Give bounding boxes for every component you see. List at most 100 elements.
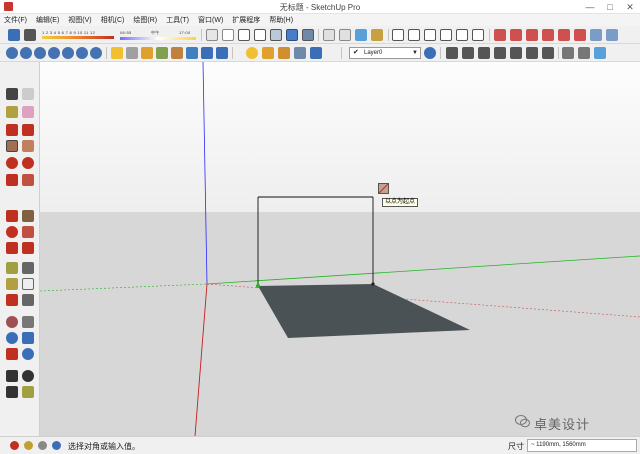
menu-edit[interactable]: 编辑(E): [36, 15, 59, 25]
menu-draw[interactable]: 绘图(R): [133, 15, 157, 25]
menu-camera[interactable]: 相机(C): [101, 15, 125, 25]
top-view-icon[interactable]: [408, 29, 420, 41]
zoom-extents-icon[interactable]: [90, 47, 102, 59]
intersect-faces-icon[interactable]: [594, 47, 606, 59]
back-view-icon[interactable]: [456, 29, 468, 41]
hidden-line-style-icon[interactable]: [254, 29, 266, 41]
solid-subtract-icon[interactable]: [542, 29, 554, 41]
zoom-extents-tool-icon[interactable]: [6, 348, 18, 360]
solid-split-icon[interactable]: [574, 29, 586, 41]
camera-orbit-icon[interactable]: [6, 47, 18, 59]
left-view-icon[interactable]: [472, 29, 484, 41]
solid-trim-icon[interactable]: [558, 29, 570, 41]
front-view-icon[interactable]: [424, 29, 436, 41]
maximize-button[interactable]: □: [600, 0, 620, 14]
monochrome-style-icon[interactable]: [302, 29, 314, 41]
component-icon[interactable]: [323, 29, 335, 41]
light-bar[interactable]: [120, 37, 196, 40]
paint-bucket-icon[interactable]: [6, 106, 18, 118]
look-around-icon[interactable]: [141, 47, 153, 59]
freehand-tool-icon[interactable]: [22, 124, 34, 136]
camera-zoom-icon[interactable]: [34, 47, 46, 59]
solid-intersect-icon[interactable]: [510, 29, 522, 41]
share-model-icon[interactable]: [355, 29, 367, 41]
previous-view-icon[interactable]: [22, 348, 34, 360]
iso-view-icon[interactable]: [392, 29, 404, 41]
camera-previous-icon[interactable]: [62, 47, 74, 59]
guide-icon[interactable]: [578, 47, 590, 59]
line-tool-icon[interactable]: [6, 124, 18, 136]
sandbox-smoove-icon[interactable]: [201, 47, 213, 59]
materials-icon[interactable]: [478, 47, 490, 59]
zoom-tool-icon[interactable]: [6, 332, 18, 344]
text-tool-icon[interactable]: [22, 278, 34, 290]
outliner-icon[interactable]: [526, 47, 538, 59]
close-button[interactable]: ✕: [620, 0, 640, 14]
camera-next-icon[interactable]: [76, 47, 88, 59]
position-camera-tool-icon[interactable]: [6, 370, 18, 382]
select-arrow-icon[interactable]: [6, 88, 18, 100]
shadow-time-bar[interactable]: [42, 36, 114, 39]
scale-tool-icon[interactable]: [6, 242, 18, 254]
menu-view[interactable]: 视图(V): [68, 15, 91, 25]
styles-icon[interactable]: [494, 47, 506, 59]
add-location-icon[interactable]: [262, 47, 274, 59]
menu-file[interactable]: 文件(F): [4, 15, 27, 25]
tape-measure-icon[interactable]: [6, 262, 18, 274]
display-section-cuts-icon[interactable]: [186, 47, 198, 59]
circle-tool-icon[interactable]: [6, 157, 18, 169]
zoom-window-tool-icon[interactable]: [22, 332, 34, 344]
3d-text-icon[interactable]: [22, 294, 34, 306]
pie-tool-icon[interactable]: [22, 174, 34, 186]
wireframe-style-icon[interactable]: [238, 29, 250, 41]
light-slider[interactable]: 06:55 中午 17:00: [120, 30, 196, 40]
right-view-icon[interactable]: [440, 29, 452, 41]
dimension-tool-icon[interactable]: [22, 262, 34, 274]
warehouse-icon[interactable]: [339, 29, 351, 41]
shaded-with-textures-icon[interactable]: [286, 29, 298, 41]
polygon-tool-icon[interactable]: [22, 157, 34, 169]
axes-icon[interactable]: [562, 47, 574, 59]
section-plane-icon[interactable]: [156, 47, 168, 59]
look-around-tool-icon[interactable]: [22, 370, 34, 382]
rectangle-tool-icon[interactable]: [6, 140, 18, 152]
walk-icon[interactable]: [126, 47, 138, 59]
menu-tools[interactable]: 工具(T): [166, 15, 189, 25]
menu-help[interactable]: 帮助(H): [269, 15, 293, 25]
shadows-toggle-icon[interactable]: [8, 29, 20, 41]
pan-tool-icon[interactable]: [22, 316, 34, 328]
photo-texture-icon[interactable]: [278, 47, 290, 59]
move-tool-icon[interactable]: [6, 210, 18, 222]
geo-location-status-icon[interactable]: [10, 441, 19, 450]
toggle-terrain-icon[interactable]: [294, 47, 306, 59]
menu-extensions[interactable]: 扩展程序: [232, 15, 260, 25]
menu-window[interactable]: 窗口(W): [198, 15, 223, 25]
make-component-tool-icon[interactable]: [22, 88, 34, 100]
xray-style-icon[interactable]: [206, 29, 218, 41]
scenes-icon[interactable]: [510, 47, 522, 59]
section-plane-tool-icon[interactable]: [22, 386, 34, 398]
back-edges-style-icon[interactable]: [222, 29, 234, 41]
layer-manager-icon[interactable]: [424, 47, 436, 59]
display-section-icon[interactable]: [171, 47, 183, 59]
eraser-icon[interactable]: [22, 106, 34, 118]
camera-zoom-window-icon[interactable]: [48, 47, 60, 59]
layer-select[interactable]: ✔ Layer0 ▼: [349, 47, 421, 59]
scene-canvas[interactable]: [40, 62, 640, 436]
shaded-style-icon[interactable]: [270, 29, 282, 41]
sandbox-stamp-icon[interactable]: [216, 47, 228, 59]
make-component-icon[interactable]: [446, 47, 458, 59]
solid-outer-shell-icon[interactable]: [494, 29, 506, 41]
modeling-viewport[interactable]: 以点为起点: [40, 62, 640, 436]
orbit-tool-icon[interactable]: [6, 316, 18, 328]
axes-tool-icon[interactable]: [6, 294, 18, 306]
preview-google-earth-icon[interactable]: [310, 47, 322, 59]
sandbox-from-scratch-icon[interactable]: [606, 29, 618, 41]
credits-status-icon[interactable]: [24, 441, 33, 450]
push-pull-icon[interactable]: [22, 210, 34, 222]
solid-union-icon[interactable]: [526, 29, 538, 41]
fog-toggle-icon[interactable]: [24, 29, 36, 41]
sandbox-from-contours-icon[interactable]: [590, 29, 602, 41]
extension-warehouse-icon[interactable]: [371, 29, 383, 41]
arc-tool-icon[interactable]: [6, 174, 18, 186]
